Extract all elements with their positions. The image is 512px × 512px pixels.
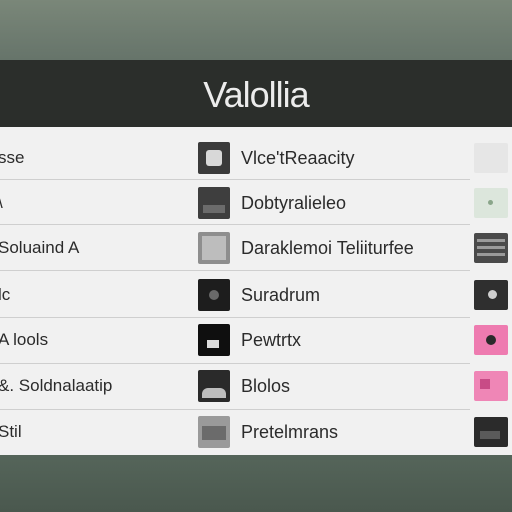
- item-preview: [474, 371, 508, 401]
- list-item-left-label: Stil: [0, 422, 22, 441]
- list-item-left-label: Soluaind A: [0, 238, 80, 257]
- list-item[interactable]: &. Soldnalaatip Blolos: [0, 363, 512, 409]
- item-preview: [474, 188, 508, 218]
- item-thumbnail: [198, 142, 230, 174]
- list-item-left-label: A lools: [0, 330, 49, 349]
- divider: [0, 270, 470, 271]
- list-item[interactable]: A lools Pewtrtx: [0, 317, 512, 363]
- list-item-label: Daraklemoi Teliiturfee: [241, 237, 414, 258]
- background-bottom: [0, 455, 512, 512]
- list-item-left-label: \: [0, 180, 178, 226]
- list-item[interactable]: Stil Pretelmrans: [0, 409, 512, 455]
- list-item-left-label: sse: [0, 148, 25, 167]
- item-preview: [474, 280, 508, 310]
- item-thumbnail: [198, 187, 230, 219]
- item-preview: [474, 233, 508, 263]
- list-item-label: Pretelmrans: [241, 421, 339, 442]
- list-item[interactable]: lc Suradrum: [0, 272, 512, 318]
- item-thumbnail: [198, 416, 230, 448]
- background-top: [0, 0, 512, 60]
- item-thumbnail: [198, 279, 230, 311]
- item-preview: [474, 325, 508, 355]
- item-preview: [474, 143, 508, 173]
- list-item-label: Dobtyralieleo: [241, 192, 347, 213]
- item-thumbnail: [198, 232, 230, 264]
- list-item-label: Suradrum: [241, 284, 321, 305]
- list-item[interactable]: \ Dobtyralieleo: [0, 180, 512, 226]
- list-item-left-label: lc: [0, 285, 11, 304]
- item-list: sse Vlce'tReaacity \ Dobtyralieleo Solua…: [0, 127, 512, 457]
- page-title: Valollia: [203, 74, 309, 115]
- item-preview: [474, 417, 508, 447]
- list-item[interactable]: sse Vlce'tReaacity: [0, 135, 512, 181]
- list-item-label: Pewtrtx: [241, 329, 302, 350]
- list-item-label: Blolos: [241, 375, 291, 396]
- item-thumbnail: [198, 324, 230, 356]
- list-item-left-label: &. Soldnalaatip: [0, 376, 113, 395]
- list-item-label: Vlce'tReaacity: [241, 147, 355, 168]
- list-item[interactable]: Soluaind A Daraklemoi Teliiturfee: [0, 225, 512, 271]
- item-thumbnail: [198, 370, 230, 402]
